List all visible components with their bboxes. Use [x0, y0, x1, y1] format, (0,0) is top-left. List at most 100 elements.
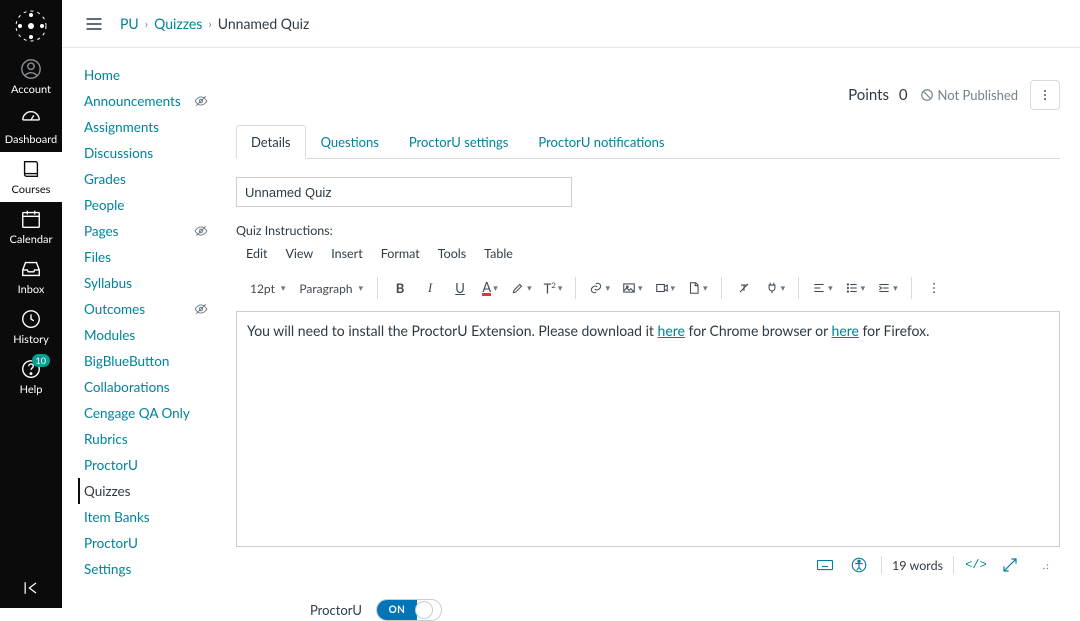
rce-menu-table[interactable]: Table: [484, 246, 513, 261]
course-nav-link[interactable]: Discussions: [84, 140, 234, 166]
apps-button[interactable]: ▾: [762, 275, 789, 301]
nav-history[interactable]: History: [0, 302, 62, 352]
course-nav-item[interactable]: Cengage QA Only: [84, 400, 234, 426]
link-button[interactable]: ▾: [586, 275, 613, 301]
font-size-select[interactable]: 12pt▾: [246, 281, 289, 296]
course-nav-item[interactable]: Collaborations: [84, 374, 234, 400]
nav-label: Account: [11, 83, 51, 96]
course-nav-item[interactable]: Modules: [84, 322, 234, 348]
course-nav-item[interactable]: People: [84, 192, 234, 218]
breadcrumb-quizzes[interactable]: Quizzes: [154, 15, 202, 32]
kebab-icon: [1038, 88, 1052, 102]
course-nav-item[interactable]: Syllabus: [84, 270, 234, 296]
nav-help[interactable]: 10 Help: [0, 352, 62, 402]
tab-details[interactable]: Details: [236, 125, 306, 159]
course-nav-link[interactable]: Quizzes: [84, 478, 234, 504]
word-count[interactable]: 19 words: [892, 558, 943, 573]
course-nav-item[interactable]: BigBlueButton: [84, 348, 234, 374]
course-nav-item[interactable]: Item Banks: [84, 504, 234, 530]
block-format-select[interactable]: Paragraph▾: [295, 281, 367, 296]
rce-menu-edit[interactable]: Edit: [246, 246, 267, 261]
course-nav-link[interactable]: Files: [84, 244, 234, 270]
course-nav-link[interactable]: Settings: [84, 556, 234, 582]
rce-editor-body[interactable]: You will need to install the ProctorU Ex…: [236, 311, 1060, 547]
course-nav-link[interactable]: Syllabus: [84, 270, 234, 296]
course-nav-link[interactable]: Outcomes: [84, 296, 234, 322]
breadcrumb-course[interactable]: PU: [120, 15, 139, 32]
resize-handle[interactable]: [1032, 553, 1056, 577]
a11y-checker-button[interactable]: [847, 553, 871, 577]
nav-account[interactable]: Account: [0, 52, 62, 102]
clear-format-button[interactable]: [732, 275, 756, 301]
tab-proctoru-settings[interactable]: ProctorU settings: [394, 125, 524, 159]
course-nav-link[interactable]: Rubrics: [84, 426, 234, 452]
rce-menu-view[interactable]: View: [285, 246, 313, 261]
align-button[interactable]: ▾: [809, 275, 836, 301]
text-color-button[interactable]: A▾: [478, 275, 502, 301]
course-nav-link[interactable]: Grades: [84, 166, 234, 192]
font-size-value: 12pt: [250, 281, 275, 296]
course-nav-link[interactable]: Announcements: [84, 88, 234, 114]
keyboard-shortcuts-button[interactable]: [813, 553, 837, 577]
course-nav-item[interactable]: Home: [84, 62, 234, 88]
course-nav-link[interactable]: ProctorU: [84, 530, 234, 556]
media-button[interactable]: ▾: [652, 275, 679, 301]
course-nav-link[interactable]: Assignments: [84, 114, 234, 140]
tab-questions[interactable]: Questions: [306, 125, 394, 159]
highlight-button[interactable]: ▾: [508, 275, 535, 301]
course-nav-item[interactable]: Quizzes: [78, 478, 234, 504]
course-nav-link[interactable]: Cengage QA Only: [84, 400, 234, 426]
account-icon: [20, 58, 42, 80]
course-nav-item[interactable]: Outcomes: [84, 296, 234, 322]
course-nav-link[interactable]: Modules: [84, 322, 234, 348]
course-nav-link[interactable]: Home: [84, 62, 234, 88]
quiz-title-input[interactable]: [236, 177, 572, 207]
tab-proctoru-notifications[interactable]: ProctorU notifications: [523, 125, 679, 159]
superscript-button[interactable]: T2▾: [541, 275, 566, 301]
nav-calendar[interactable]: Calendar: [0, 202, 62, 252]
course-nav-item[interactable]: Settings: [84, 556, 234, 582]
nav-inbox[interactable]: Inbox: [0, 252, 62, 302]
topbar: PU › Quizzes › Unnamed Quiz: [62, 0, 1080, 48]
underline-button[interactable]: U: [448, 275, 472, 301]
proctoru-toggle[interactable]: ON: [376, 599, 442, 621]
document-button[interactable]: ▾: [684, 275, 711, 301]
course-nav-item[interactable]: Grades: [84, 166, 234, 192]
indent-button[interactable]: ▾: [874, 275, 901, 301]
bullet-list-button[interactable]: ▾: [842, 275, 869, 301]
course-nav-link[interactable]: Collaborations: [84, 374, 234, 400]
more-options-button[interactable]: [1030, 80, 1060, 110]
course-nav-link[interactable]: BigBlueButton: [84, 348, 234, 374]
rce-menubar: Edit View Insert Format Tools Table: [236, 246, 1060, 261]
course-nav-link[interactable]: Item Banks: [84, 504, 234, 530]
nav-courses[interactable]: Courses: [0, 152, 62, 202]
course-nav-item[interactable]: Assignments: [84, 114, 234, 140]
course-nav-item[interactable]: Files: [84, 244, 234, 270]
text-color-icon: A: [482, 281, 491, 296]
course-nav-item[interactable]: ProctorU: [84, 452, 234, 478]
bold-button[interactable]: B: [388, 275, 412, 301]
rce-menu-insert[interactable]: Insert: [331, 246, 362, 261]
course-nav-item[interactable]: Discussions: [84, 140, 234, 166]
rce-menu-tools[interactable]: Tools: [438, 246, 466, 261]
nav-dashboard[interactable]: Dashboard: [0, 102, 62, 152]
fullscreen-button[interactable]: [998, 553, 1022, 577]
image-button[interactable]: ▾: [619, 275, 646, 301]
publish-status[interactable]: Not Published: [920, 87, 1018, 103]
brand-logo[interactable]: [11, 6, 51, 46]
toolbar-more-button[interactable]: [922, 275, 946, 301]
course-nav-item[interactable]: ProctorU: [84, 530, 234, 556]
italic-button[interactable]: I: [418, 275, 442, 301]
course-nav-link[interactable]: ProctorU: [84, 452, 234, 478]
html-editor-toggle[interactable]: </>: [964, 553, 988, 577]
collapse-nav-button[interactable]: [0, 568, 62, 608]
course-nav-item[interactable]: Rubrics: [84, 426, 234, 452]
chrome-download-link[interactable]: here: [658, 322, 685, 339]
course-nav-link[interactable]: People: [84, 192, 234, 218]
course-nav-item[interactable]: Announcements: [84, 88, 234, 114]
rce-menu-format[interactable]: Format: [381, 246, 420, 261]
course-nav-link[interactable]: Pages: [84, 218, 234, 244]
course-nav-item[interactable]: Pages: [84, 218, 234, 244]
firefox-download-link[interactable]: here: [832, 322, 859, 339]
hamburger-button[interactable]: [84, 14, 104, 34]
